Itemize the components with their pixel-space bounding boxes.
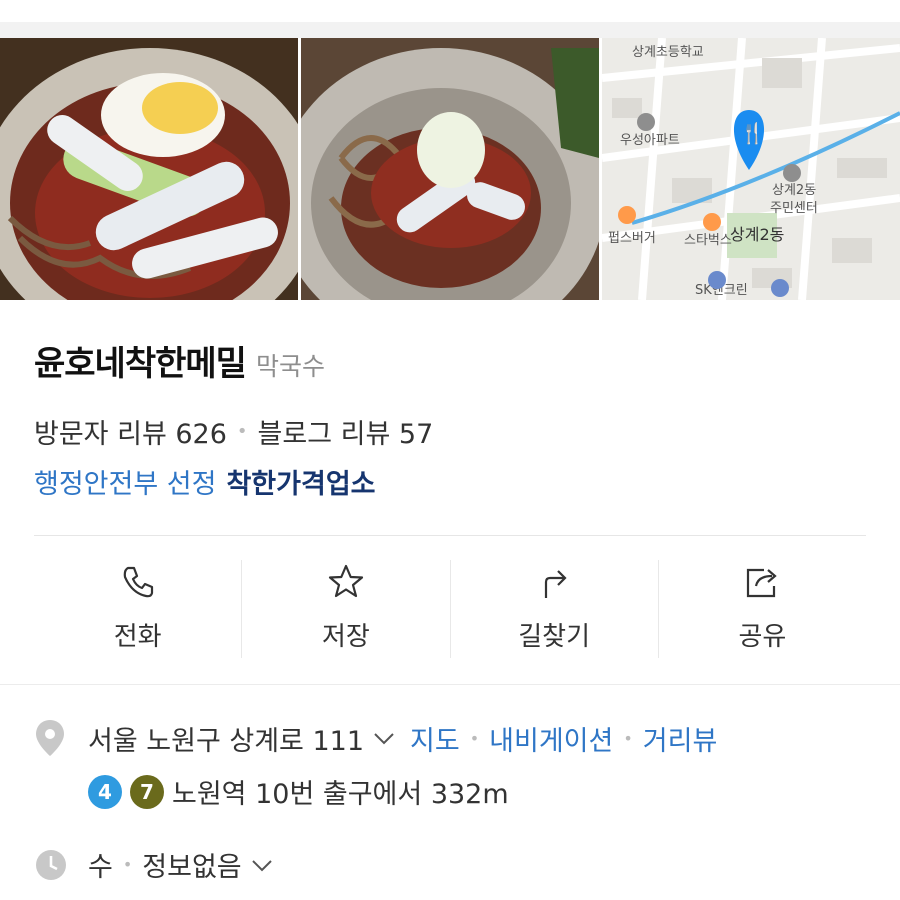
location-pin-icon [36, 720, 64, 756]
hours-status: 정보없음 [142, 852, 242, 883]
hours-day: 수 [88, 852, 113, 883]
station-distance: 노원역 10번 출구에서 332m [172, 779, 509, 810]
clock-icon [36, 849, 66, 880]
call-label: 전화 [113, 622, 162, 652]
save-button[interactable]: 저장 [242, 560, 451, 658]
map-label-center: 상계2동 [772, 183, 816, 198]
share-icon [747, 568, 778, 598]
top-band [0, 22, 900, 38]
hours-row[interactable]: 수 • 정보없음 [34, 845, 288, 884]
phone-icon [123, 566, 153, 598]
separator-dot: • [623, 728, 633, 748]
section-divider [0, 684, 900, 685]
certification[interactable]: 행정안전부 선정 착한가격업소 [34, 462, 376, 501]
action-bar: 전화 저장 길찾기 공유 [34, 560, 866, 658]
location-map[interactable]: 상계초등학교 우성아파트 상계2동 주민센터 펍스버거 스타벅스 SK엔크린 상… [602, 38, 900, 300]
food-photo-1[interactable] [0, 38, 298, 300]
food-photo-1-image [0, 38, 298, 300]
chevron-down-icon[interactable] [250, 857, 274, 873]
separator-dot: • [236, 421, 248, 442]
call-button[interactable]: 전화 [34, 560, 243, 658]
food-photo-2[interactable] [301, 38, 599, 300]
map-label-burger: 펍스버거 [608, 231, 656, 246]
subway-line-4-badge: 4 [88, 774, 122, 809]
navigation-link[interactable]: 내비게이션 [489, 719, 613, 758]
address-row: 서울 노원구 상계로 111 지도 • 내비게이션 • 거리뷰 [34, 718, 717, 758]
chevron-down-icon[interactable] [372, 730, 396, 746]
review-summary: 방문자 리뷰 626 • 블로그 리뷰 57 [34, 412, 433, 451]
place-name: 윤호네착한메밀 [34, 344, 247, 384]
subway-line-7-badge: 7 [130, 774, 164, 809]
top-strip [0, 0, 900, 22]
map-label-school: 상계초등학교 [632, 45, 704, 60]
directions-label: 길찾기 [518, 622, 590, 652]
street-view-link[interactable]: 거리뷰 [643, 719, 718, 758]
directions-arrow-icon [545, 570, 567, 598]
food-photo-2-image [301, 38, 599, 300]
separator-dot: • [469, 728, 480, 748]
divider [34, 535, 866, 536]
map-label-dong: 상계2동 [730, 225, 784, 244]
share-button[interactable]: 공유 [659, 560, 866, 658]
map-link[interactable]: 지도 [410, 719, 460, 758]
certification-badge: 착한가격업소 [226, 469, 376, 500]
save-label: 저장 [321, 622, 370, 652]
title-row: 윤호네착한메밀 막국수 [34, 336, 325, 385]
map-image: 상계초등학교 우성아파트 상계2동 주민센터 펍스버거 스타벅스 SK엔크린 상… [602, 38, 900, 300]
station-row: 4 7 노원역 10번 출구에서 332m [88, 772, 509, 811]
svg-text:🍴: 🍴 [740, 121, 765, 145]
directions-button[interactable]: 길찾기 [451, 560, 659, 658]
place-category: 막국수 [255, 352, 325, 381]
separator-dot: • [122, 855, 133, 874]
certification-prefix: 행정안전부 선정 [34, 469, 217, 500]
map-label-center-2: 주민센터 [770, 201, 818, 216]
share-label: 공유 [738, 622, 787, 652]
photo-gallery: 상계초등학교 우성아파트 상계2동 주민센터 펍스버거 스타벅스 SK엔크린 상… [0, 38, 900, 300]
map-label-starbucks: 스타벅스 [684, 233, 732, 248]
address-text: 서울 노원구 상계로 111 [88, 725, 365, 757]
map-label-apt: 우성아파트 [620, 133, 680, 148]
star-icon [328, 564, 363, 598]
visitor-review-count[interactable]: 방문자 리뷰 626 [34, 412, 227, 451]
blog-review-count[interactable]: 블로그 리뷰 57 [258, 412, 434, 451]
